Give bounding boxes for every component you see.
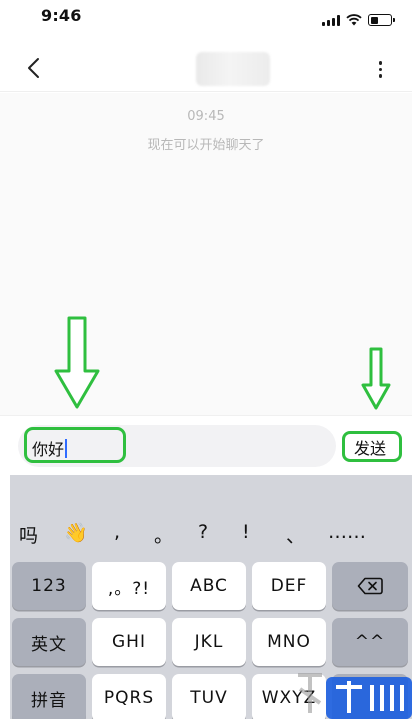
nav-bar [0, 34, 412, 92]
keyboard: 吗 👋 , 。 ? ! 、 …… 123 ,。?! ABC DEF 英文 GHI… [10, 475, 412, 719]
status-icons [322, 14, 395, 26]
more-vertical-icon[interactable] [378, 61, 382, 78]
candidate-item[interactable]: 、 [286, 521, 305, 548]
key-123[interactable]: 123 [12, 562, 86, 610]
contact-name-blurred [196, 52, 270, 86]
system-message: 现在可以开始聊天了 [147, 138, 265, 153]
candidate-item[interactable]: 。 [154, 521, 173, 548]
status-time: 9:46 [41, 6, 82, 25]
annotation-highlight-input [24, 427, 126, 463]
key-def[interactable]: DEF [252, 562, 326, 610]
cellular-signal-icon [322, 14, 340, 26]
candidate-item[interactable]: 👋 [64, 521, 88, 544]
key-pqrs[interactable]: PQRS [92, 674, 166, 719]
watermark-logo [298, 673, 412, 719]
annotation-arrow-down-icon [361, 347, 391, 410]
key-english[interactable]: 英文 [12, 618, 86, 666]
chevron-left-icon[interactable] [22, 56, 46, 80]
candidate-item[interactable]: , [114, 521, 120, 543]
candidate-item[interactable]: 吗 [19, 521, 38, 548]
key-mno[interactable]: MNO [252, 618, 326, 666]
backspace-key[interactable] [332, 562, 408, 610]
candidate-bar: 吗 👋 , 。 ? ! 、 …… [10, 521, 412, 553]
candidate-item[interactable]: ! [242, 521, 250, 543]
key-jkl[interactable]: JKL [172, 618, 246, 666]
message-timestamp: 09:45 [187, 109, 225, 124]
key-pinyin[interactable]: 拼音 [12, 674, 86, 719]
key-emoticon[interactable]: ^^ [332, 618, 408, 666]
key-tuv[interactable]: TUV [172, 674, 246, 719]
annotation-arrow-down-icon [54, 316, 100, 409]
candidate-item[interactable]: ? [198, 521, 208, 543]
annotation-highlight-send [342, 431, 402, 462]
candidate-item[interactable]: …… [328, 521, 366, 543]
backspace-icon [357, 577, 383, 595]
battery-icon [368, 14, 395, 26]
status-bar: 9:46 [0, 0, 412, 34]
key-punctuation[interactable]: ,。?! [92, 562, 166, 610]
key-ghi[interactable]: GHI [92, 618, 166, 666]
wifi-icon [346, 14, 362, 26]
key-abc[interactable]: ABC [172, 562, 246, 610]
